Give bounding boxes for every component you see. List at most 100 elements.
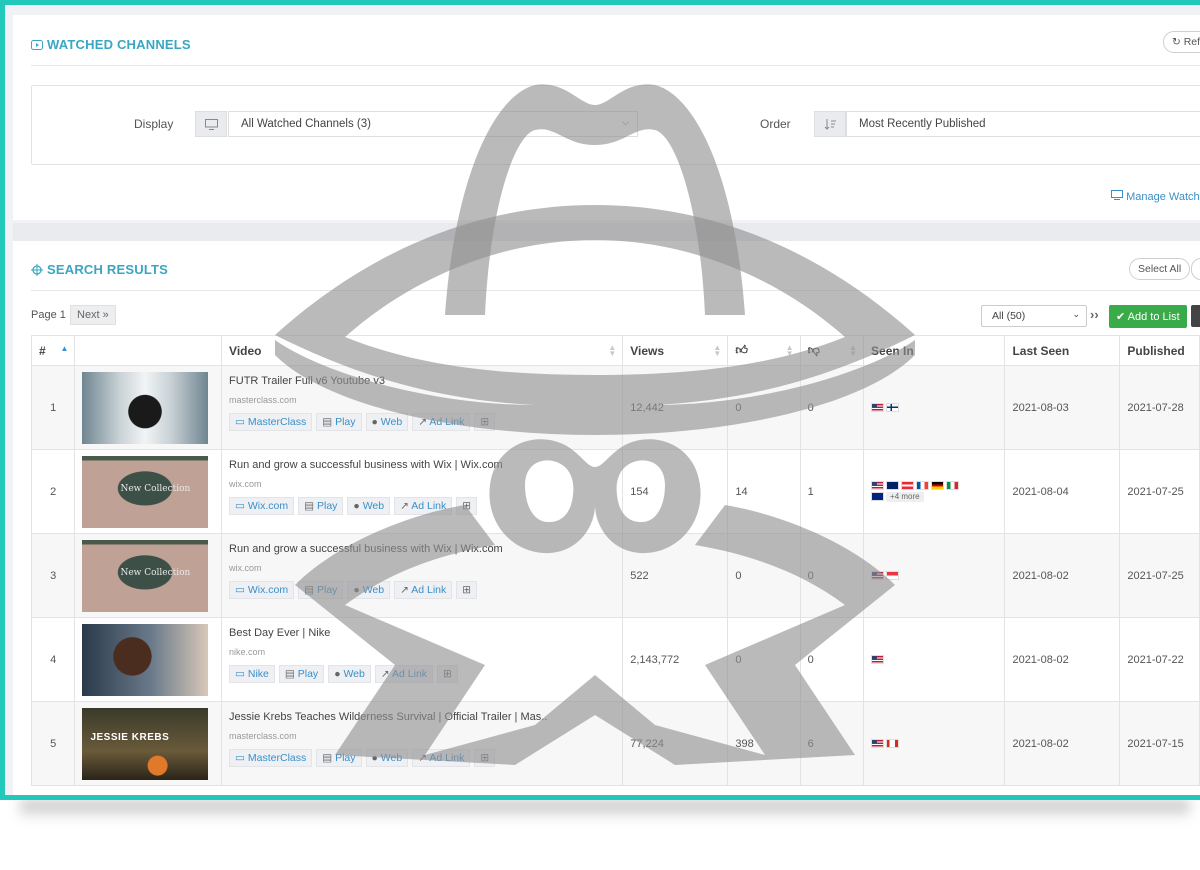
external-link-icon: ↗ — [380, 667, 390, 680]
web-button[interactable]: ● Web — [365, 748, 409, 767]
channel-button[interactable]: ▭ MasterClass — [229, 412, 313, 431]
video-thumbnail[interactable]: New Collection — [82, 539, 209, 612]
expand-button[interactable]: ⊞ — [474, 412, 496, 431]
col-likes[interactable]: 👍︎ ▲ ▼ — [727, 335, 801, 366]
last-seen-cell: 2021-08-02 — [1004, 617, 1121, 702]
last-seen-cell: 2021-08-03 — [1004, 365, 1121, 450]
ad-link-button[interactable]: ↗ Ad Link — [394, 580, 453, 599]
play-button[interactable]: ▤ Play — [298, 496, 344, 515]
play-button[interactable]: ▤ Play — [316, 412, 362, 431]
web-button[interactable]: ● Web — [347, 496, 391, 515]
likes-cell: 398 — [727, 701, 801, 786]
plus-square-icon: ⊞ — [443, 667, 452, 680]
col-published[interactable]: Published — [1119, 335, 1200, 366]
channel-button[interactable]: ▭ Wix.com — [229, 580, 295, 599]
views-cell: 522 — [622, 533, 729, 618]
extra-toggle-button[interactable] — [1191, 258, 1200, 280]
external-link-icon: ↗ — [418, 751, 428, 764]
published-cell: 2021-07-22 — [1119, 617, 1200, 702]
thumbs-up-icon: 👍︎ — [735, 343, 748, 357]
add-to-list-button[interactable]: ✔ Add to List — [1109, 305, 1187, 328]
sort-icon: ▲ ▼ — [608, 343, 617, 358]
more-countries-badge[interactable]: +4 more — [886, 492, 924, 502]
video-title[interactable]: Run and grow a successful business with … — [229, 543, 615, 555]
web-button[interactable]: ● Web — [328, 664, 371, 683]
video-thumbnail[interactable] — [82, 623, 209, 696]
ad-link-button[interactable]: ↗ Ad Link — [412, 412, 471, 431]
seen-in-cell — [863, 617, 1006, 702]
col-dislikes[interactable]: 👎︎ ▲ ▼ — [799, 335, 865, 366]
double-chevron-icon: ›› — [1090, 307, 1099, 322]
flag-ca-icon — [886, 739, 900, 748]
table-row[interactable]: 4 Best Day Ever | Nike nike.com ▭ Nike ▤… — [30, 617, 1200, 702]
video-title[interactable]: Jessie Krebs Teaches Wilderness Survival… — [229, 711, 615, 723]
channel-button[interactable]: ▭ MasterClass — [229, 748, 313, 767]
thumbnail-cell: JESSIE KREBS — [74, 701, 223, 786]
video-title[interactable]: Best Day Ever | Nike — [229, 627, 615, 639]
monitor-icon — [1111, 190, 1123, 200]
col-video[interactable]: Video ▲ ▼ — [221, 335, 624, 366]
table-row[interactable]: 1 FUTR Trailer Full v6 Youtube v3 master… — [30, 365, 1200, 450]
expand-button[interactable]: ⊞ — [456, 496, 478, 515]
expand-button[interactable]: ⊞ — [456, 580, 478, 599]
ad-link-button[interactable]: ↗ Ad Link — [394, 496, 453, 515]
display-label: Display — [134, 117, 174, 131]
play-button[interactable]: ▤ Play — [278, 664, 325, 683]
web-button[interactable]: ● Web — [347, 580, 391, 599]
col-seen-in[interactable]: Seen In — [863, 335, 1006, 366]
channel-button[interactable]: ▭ Nike — [229, 664, 275, 683]
video-thumbnail[interactable]: New Collection — [82, 455, 209, 528]
col-number[interactable]: # ▲ — [30, 335, 76, 366]
video-thumbnail[interactable]: JESSIE KREBS — [82, 707, 209, 780]
col-last-seen[interactable]: Last Seen — [1004, 335, 1121, 366]
more-actions-button[interactable] — [1191, 305, 1200, 327]
order-select[interactable]: Most Recently Published — [846, 111, 1200, 137]
search-results-title: SEARCH RESULTS — [31, 262, 168, 277]
play-button[interactable]: ▤ Play — [298, 580, 344, 599]
flag-us-icon — [871, 403, 885, 412]
views-cell: 2,143,772 — [622, 617, 729, 702]
thumbnail-cell — [74, 365, 223, 450]
video-thumbnail[interactable] — [82, 371, 209, 444]
film-icon: ▤ — [304, 583, 315, 596]
monitor-icon: ▭ — [235, 583, 245, 596]
ad-link-button[interactable]: ↗ Ad Link — [412, 748, 471, 767]
table-row[interactable]: 5 JESSIE KREBS Jessie Krebs Teaches Wild… — [30, 701, 1200, 786]
sort-asc-icon: ▲ — [60, 344, 69, 353]
crosshair-icon — [31, 263, 43, 276]
refresh-button[interactable]: ↻ Ref — [1163, 31, 1200, 53]
page-size-select[interactable]: All (50) ⌄ — [981, 305, 1087, 327]
col-views[interactable]: Views ▲ ▼ — [622, 335, 729, 366]
table-row[interactable]: 2 New Collection Run and grow a successf… — [30, 449, 1200, 534]
flag-us-icon — [871, 655, 885, 664]
seen-in-cell — [863, 365, 1006, 450]
thumbs-down-icon: 👎︎ — [807, 343, 820, 357]
channel-button[interactable]: ▭ Wix.com — [229, 496, 295, 515]
film-icon: ▤ — [304, 499, 315, 512]
expand-button[interactable]: ⊞ — [474, 748, 496, 767]
display-monitor-icon — [195, 111, 227, 137]
video-title[interactable]: FUTR Trailer Full v6 Youtube v3 — [229, 375, 615, 387]
video-domain: masterclass.com — [229, 394, 297, 405]
play-button[interactable]: ▤ Play — [316, 748, 362, 767]
display-select[interactable]: All Watched Channels (3) ⌵ — [228, 111, 638, 137]
web-button[interactable]: ● Web — [365, 412, 409, 431]
expand-button[interactable]: ⊞ — [437, 664, 458, 683]
views-cell: 154 — [622, 449, 729, 534]
next-page-button[interactable]: Next » — [70, 305, 116, 325]
video-domain: wix.com — [229, 562, 262, 573]
manage-watched-link[interactable]: Manage Watch — [1111, 190, 1200, 203]
chevron-down-icon: ⌵ — [622, 117, 629, 127]
table-row[interactable]: 3 New Collection Run and grow a successf… — [30, 533, 1200, 618]
flag-fr-icon — [916, 481, 930, 490]
flag-fi-icon — [886, 403, 900, 412]
row-number: 5 — [30, 701, 76, 786]
table-header-row: # ▲ Video ▲ ▼ Views ▲ ▼ 👍︎ ▲ ▼ 👎︎ ▲ ▼ Seen In Las… — [30, 335, 1200, 366]
ad-link-button[interactable]: ↗ Ad Link — [374, 664, 434, 683]
video-title[interactable]: Run and grow a successful business with … — [229, 459, 615, 471]
select-all-button[interactable]: Select All — [1129, 258, 1191, 280]
likes-cell: 0 — [727, 365, 801, 450]
views-cell: 12,442 — [622, 365, 729, 450]
dislikes-cell: 6 — [799, 701, 865, 786]
video-domain: masterclass.com — [229, 730, 297, 741]
